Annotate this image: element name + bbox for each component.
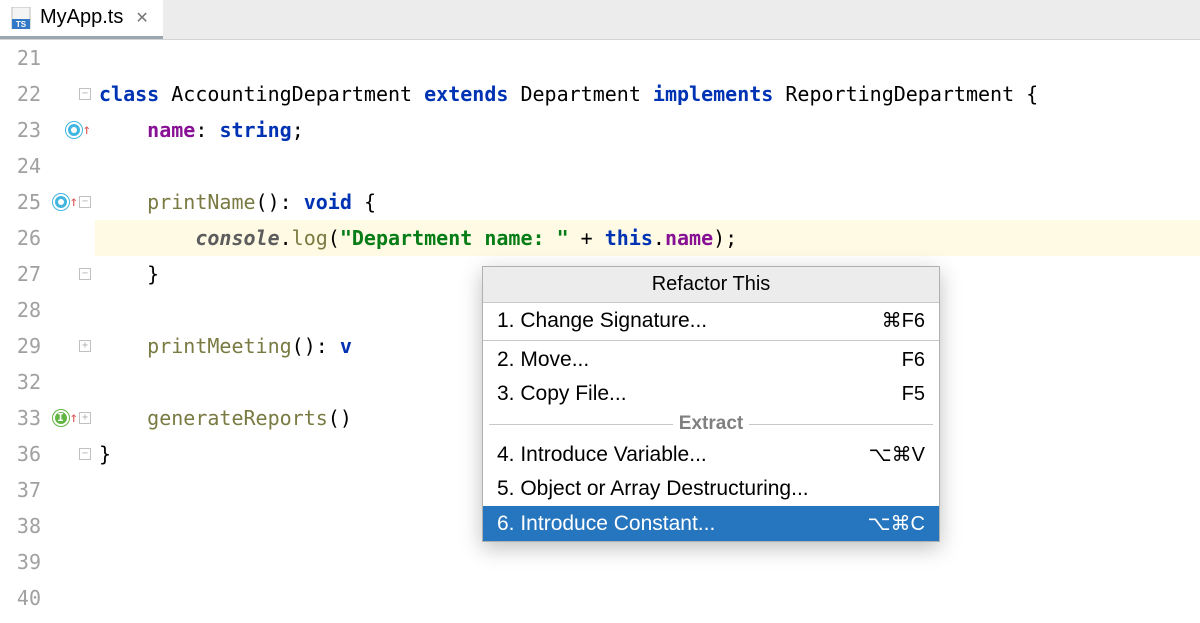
popup-title: Refactor This bbox=[483, 267, 939, 303]
gutter-row: 21 bbox=[0, 40, 95, 76]
navigate-up-icon[interactable]: ↑ bbox=[70, 184, 78, 220]
tab-myapp[interactable]: TS MyApp.ts ✕ bbox=[0, 0, 163, 39]
menu-item-shortcut: ⌘F6 bbox=[882, 308, 925, 333]
line-number: 22 bbox=[7, 76, 41, 112]
refactor-popup: Refactor This 1. Change Signature... ⌘F6 2… bbox=[482, 266, 940, 542]
refactor-menu-item[interactable]: 4. Introduce Variable... ⌥⌘V bbox=[483, 437, 939, 472]
line-number: 25 bbox=[7, 184, 41, 220]
gutter-row: 23 ↑ bbox=[0, 112, 95, 148]
refactor-menu-item[interactable]: 2. Move... F6 bbox=[483, 343, 939, 377]
line-number: 36 bbox=[7, 436, 41, 472]
svg-text:TS: TS bbox=[16, 20, 27, 29]
tab-filename: MyApp.ts bbox=[40, 6, 123, 29]
gutter-row: 22 − bbox=[0, 76, 95, 112]
editor: 2122−23↑2425↑−2627−2829+3233↑+36−3738394… bbox=[0, 40, 1200, 616]
line-number: 37 bbox=[7, 472, 41, 508]
fold-toggle-icon[interactable]: − bbox=[79, 196, 91, 208]
gutter-row: 26 bbox=[0, 220, 95, 256]
fold-toggle-icon[interactable]: + bbox=[79, 340, 91, 352]
line-number: 21 bbox=[7, 40, 41, 76]
close-icon[interactable]: ✕ bbox=[135, 8, 148, 28]
menu-item-shortcut: ⌥⌘V bbox=[869, 442, 925, 467]
navigate-up-icon[interactable]: ↑ bbox=[83, 112, 91, 148]
gutter-row: 32 bbox=[0, 364, 95, 400]
code-area[interactable]: class AccountingDepartment extends Depar… bbox=[95, 40, 1200, 616]
gutter: 2122−23↑2425↑−2627−2829+3233↑+36−3738394… bbox=[0, 40, 95, 616]
code-line[interactable]: printName(): void { bbox=[95, 184, 1200, 220]
override-marker-icon[interactable] bbox=[53, 194, 69, 210]
line-number: 28 bbox=[7, 292, 41, 328]
gutter-row: 25 ↑− bbox=[0, 184, 95, 220]
refactor-menu-item[interactable]: 3. Copy File... F5 bbox=[483, 377, 939, 411]
code-line[interactable] bbox=[95, 40, 1200, 76]
code-line[interactable]: name: string; bbox=[95, 112, 1200, 148]
gutter-row: 24 bbox=[0, 148, 95, 184]
gutter-row: 28 bbox=[0, 292, 95, 328]
gutter-row: 29 + bbox=[0, 328, 95, 364]
tab-bar: TS MyApp.ts ✕ bbox=[0, 0, 1200, 40]
override-marker-icon[interactable] bbox=[66, 122, 82, 138]
menu-item-shortcut: F6 bbox=[902, 349, 925, 372]
gutter-row: 36 − bbox=[0, 436, 95, 472]
fold-toggle-icon[interactable]: − bbox=[79, 268, 91, 280]
line-number: 24 bbox=[7, 148, 41, 184]
code-line[interactable] bbox=[95, 148, 1200, 184]
refactor-menu-item[interactable]: 5. Object or Array Destructuring... bbox=[483, 472, 939, 506]
line-number: 26 bbox=[7, 220, 41, 256]
fold-toggle-icon[interactable]: − bbox=[79, 88, 91, 100]
menu-item-label: 5. Object or Array Destructuring... bbox=[497, 477, 809, 501]
menu-item-label: 1. Change Signature... bbox=[497, 309, 707, 333]
menu-item-label: 4. Introduce Variable... bbox=[497, 443, 707, 467]
popup-section-extract: Extract bbox=[483, 411, 939, 437]
gutter-row: 33 ↑+ bbox=[0, 400, 95, 436]
navigate-up-icon[interactable]: ↑ bbox=[70, 400, 78, 436]
line-number: 38 bbox=[7, 508, 41, 544]
menu-item-label: 6. Introduce Constant... bbox=[497, 512, 715, 536]
menu-item-shortcut: ⌥⌘C bbox=[868, 511, 926, 536]
code-line[interactable] bbox=[95, 580, 1200, 616]
gutter-row: 37 bbox=[0, 472, 95, 508]
line-number: 32 bbox=[7, 364, 41, 400]
fold-toggle-icon[interactable]: − bbox=[79, 448, 91, 460]
implements-marker-icon[interactable] bbox=[53, 410, 69, 426]
menu-item-label: 3. Copy File... bbox=[497, 382, 627, 406]
code-line-current[interactable]: console.log("Department name: " + this.n… bbox=[95, 220, 1200, 256]
gutter-row: 27 − bbox=[0, 256, 95, 292]
refactor-menu-item[interactable]: 6. Introduce Constant... ⌥⌘C bbox=[483, 506, 939, 541]
line-number: 27 bbox=[7, 256, 41, 292]
gutter-row: 40 bbox=[0, 580, 95, 616]
line-number: 23 bbox=[7, 112, 41, 148]
line-number: 33 bbox=[7, 400, 41, 436]
typescript-file-icon: TS bbox=[10, 7, 32, 29]
menu-item-label: 2. Move... bbox=[497, 348, 589, 372]
fold-toggle-icon[interactable]: + bbox=[79, 412, 91, 424]
code-line[interactable]: class AccountingDepartment extends Depar… bbox=[95, 76, 1200, 112]
line-number: 39 bbox=[7, 544, 41, 580]
gutter-row: 39 bbox=[0, 544, 95, 580]
line-number: 40 bbox=[7, 580, 41, 616]
code-line[interactable] bbox=[95, 544, 1200, 580]
gutter-row: 38 bbox=[0, 508, 95, 544]
menu-item-shortcut: F5 bbox=[902, 383, 925, 406]
line-number: 29 bbox=[7, 328, 41, 364]
refactor-menu-item[interactable]: 1. Change Signature... ⌘F6 bbox=[483, 303, 939, 338]
